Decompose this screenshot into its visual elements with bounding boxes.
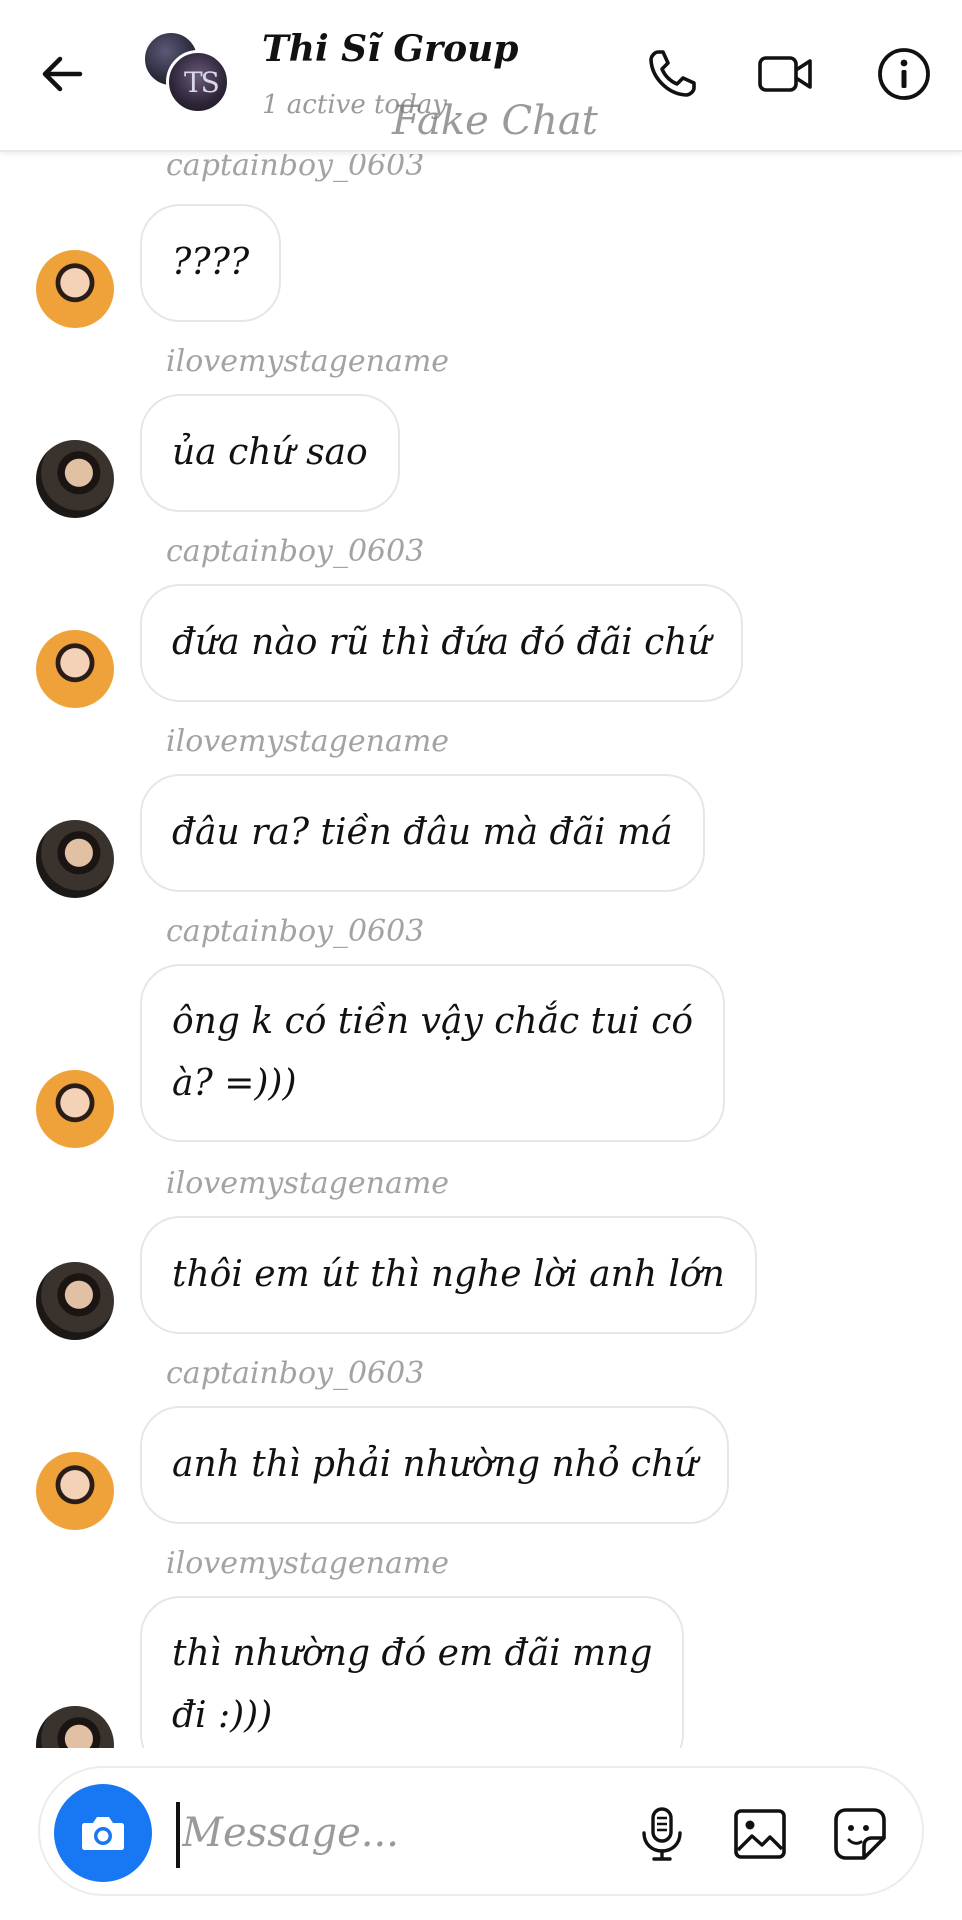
message-text: thôi em út thì nghe lời anh lớn	[172, 1254, 725, 1295]
back-button[interactable]	[36, 48, 88, 100]
avatar[interactable]	[36, 1262, 114, 1340]
message-bubble[interactable]: ông k có tiền vậy chắc tui có à? =)))	[140, 964, 726, 1142]
sender-name: captainboy_0603	[166, 914, 425, 949]
chat-header: TS Thi Sĩ Group 1 active today Fake Chat	[0, 0, 962, 152]
gallery-icon	[734, 1809, 786, 1859]
video-call-button[interactable]	[756, 46, 812, 102]
voice-message-button[interactable]	[632, 1804, 692, 1864]
avatar[interactable]	[36, 1070, 114, 1148]
avatar[interactable]	[36, 820, 114, 898]
message-input[interactable]	[182, 1794, 632, 1872]
avatar[interactable]	[36, 1706, 114, 1748]
message-list[interactable]: captainboy_0603 ???? ilovemystagename ủa…	[0, 154, 962, 1748]
message-text: ủa chứ sao	[172, 432, 368, 473]
message-bubble[interactable]: thôi em út thì nghe lời anh lớn	[140, 1216, 757, 1334]
sender-name: ilovemystagename	[166, 344, 450, 379]
avatar[interactable]	[36, 630, 114, 708]
message-bubble[interactable]: ủa chứ sao	[140, 394, 400, 512]
avatar[interactable]	[36, 250, 114, 328]
message-bubble[interactable]: đâu ra? tiền đâu mà đãi má	[140, 774, 705, 892]
sender-name: ilovemystagename	[166, 724, 450, 759]
sender-name: captainboy_0603	[166, 154, 425, 183]
sticker-button[interactable]	[830, 1804, 890, 1864]
message-text-line: đi :)))	[172, 1695, 273, 1736]
sender-name: ilovemystagename	[166, 1166, 450, 1201]
sticker-icon	[834, 1808, 886, 1860]
message-bubble[interactable]: anh thì phải nhường nhỏ chứ	[140, 1406, 730, 1524]
watermark: Fake Chat	[392, 98, 598, 144]
voice-call-button[interactable]	[644, 46, 700, 102]
message-bubble[interactable]: đứa nào rũ thì đứa đó đãi chứ	[140, 584, 743, 702]
message-text-line: ông k có tiền vậy chắc tui có	[172, 1001, 694, 1042]
message-bubble[interactable]: ????	[140, 204, 282, 322]
gallery-button[interactable]	[730, 1804, 790, 1864]
message-text-line: thì nhường đó em đãi mng	[172, 1633, 653, 1674]
text-cursor	[176, 1802, 180, 1868]
sender-name: captainboy_0603	[166, 534, 425, 569]
camera-icon	[82, 1817, 124, 1850]
info-icon	[878, 48, 930, 100]
video-camera-icon	[758, 56, 812, 92]
info-button[interactable]	[876, 46, 932, 102]
message-text-line: à? =)))	[172, 1063, 297, 1104]
message-text: đứa nào rũ thì đứa đó đãi chứ	[172, 622, 711, 663]
message-text: anh thì phải nhường nhỏ chứ	[172, 1444, 698, 1485]
message-composer	[38, 1766, 924, 1896]
phone-icon	[649, 50, 696, 97]
avatar[interactable]	[36, 440, 114, 518]
sender-name: ilovemystagename	[166, 1546, 450, 1581]
message-bubble[interactable]: thì nhường đó em đãi mng đi :)))	[140, 1596, 685, 1748]
group-avatar-logo: TS	[184, 66, 220, 99]
message-text: ????	[172, 242, 250, 283]
message-text: đâu ra? tiền đâu mà đãi má	[172, 812, 673, 853]
sender-name: captainboy_0603	[166, 1356, 425, 1391]
microphone-icon	[642, 1807, 682, 1861]
back-arrow-icon	[42, 56, 83, 92]
chat-title[interactable]: Thi Sĩ Group	[262, 28, 518, 70]
avatar[interactable]	[36, 1452, 114, 1530]
group-avatar[interactable]: TS	[140, 28, 230, 114]
camera-button[interactable]	[54, 1784, 152, 1882]
